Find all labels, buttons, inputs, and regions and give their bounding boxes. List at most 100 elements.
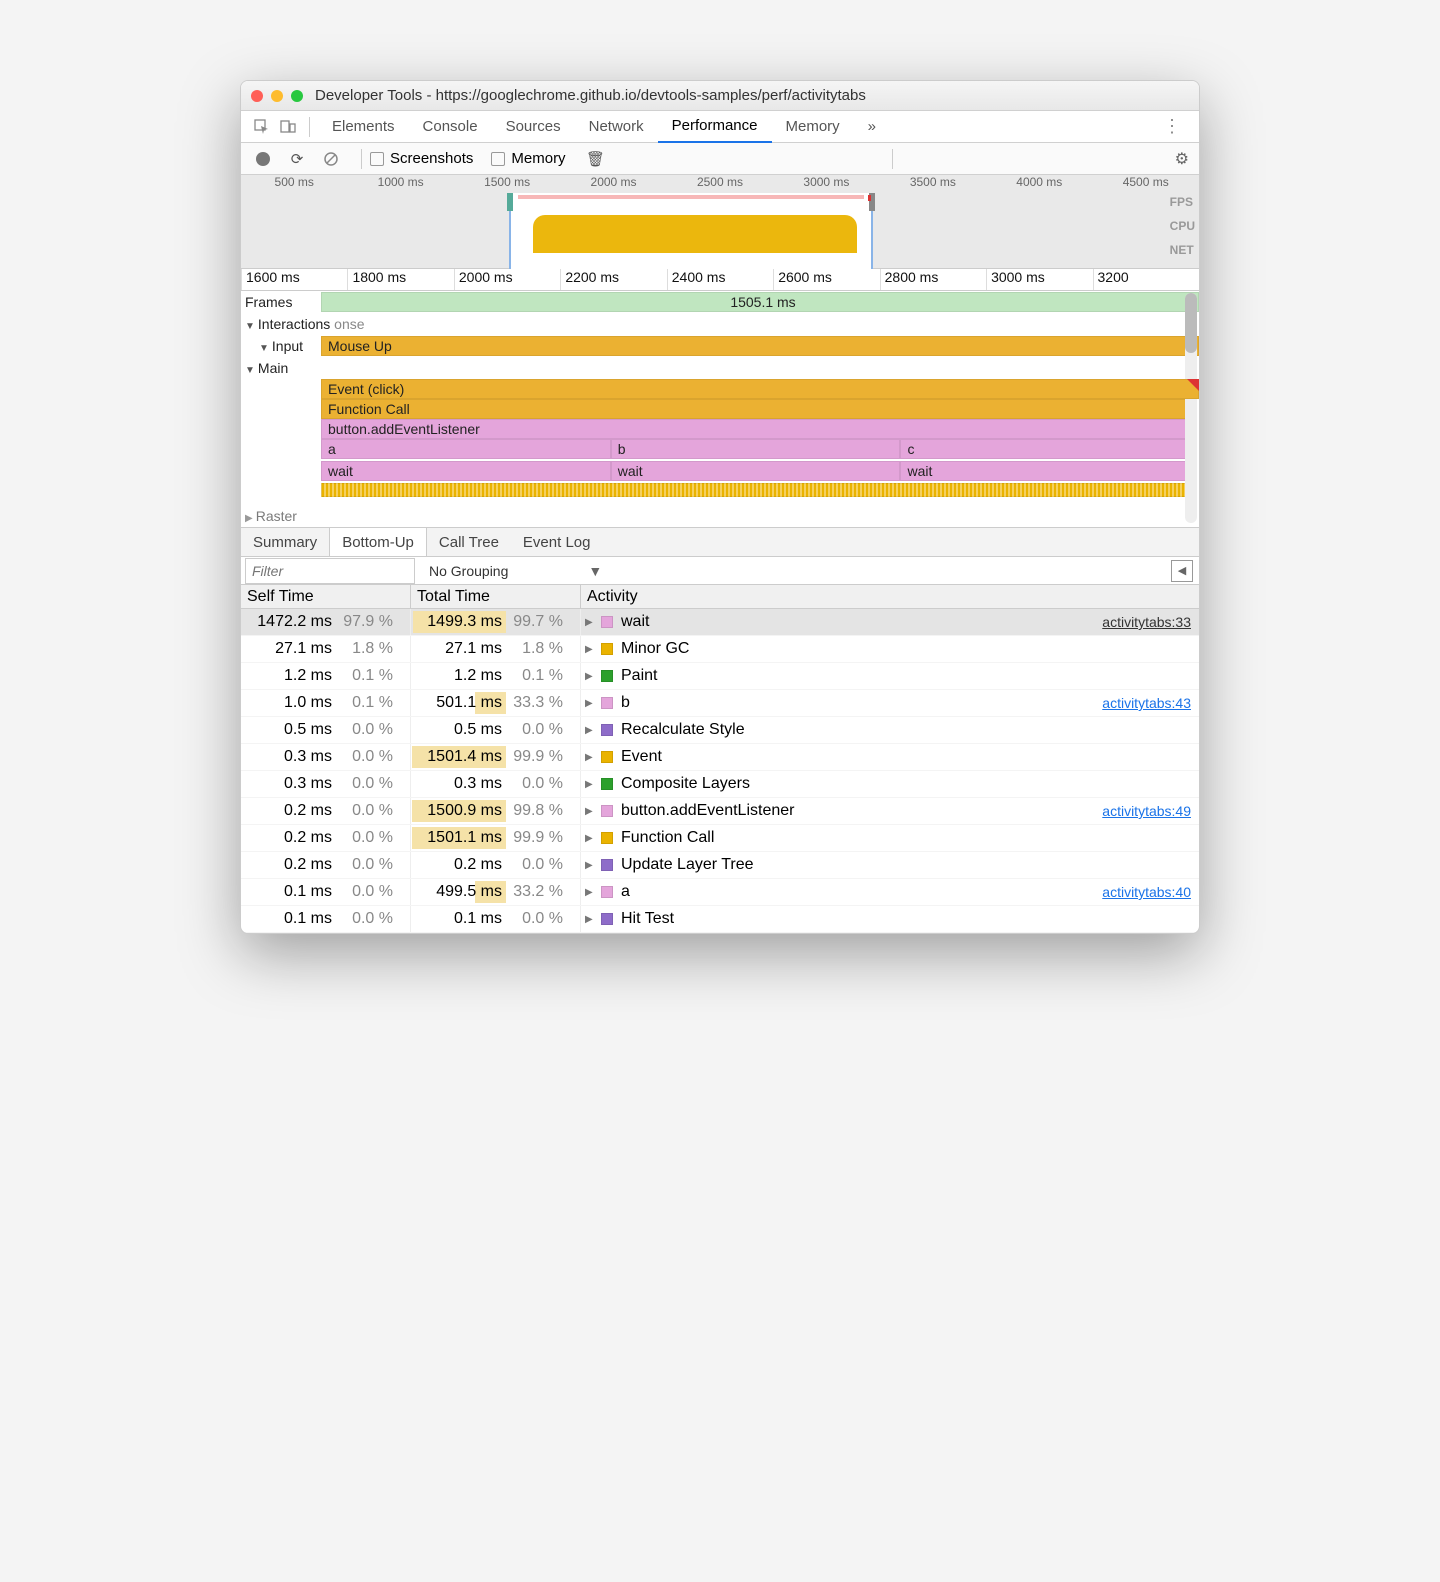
add-listener-bar[interactable]: button.addEventListener	[321, 419, 1190, 439]
grouping-dropdown[interactable]: No Grouping▼	[419, 563, 1171, 579]
input-track-label[interactable]: ▼Input	[241, 338, 321, 354]
frame-bar[interactable]: 1505.1 ms	[321, 292, 1199, 312]
table-row[interactable]: 0.5 ms0.0 %0.5 ms0.0 %▶Recalculate Style	[241, 717, 1199, 744]
details-tab-event-log[interactable]: Event Log	[511, 528, 603, 556]
mouseup-bar[interactable]: Mouse Up	[321, 336, 1199, 356]
gc-button[interactable]: 🗑	[584, 147, 608, 171]
table-row[interactable]: 27.1 ms1.8 %27.1 ms1.8 %▶Minor GC	[241, 636, 1199, 663]
details-tab-bottom-up[interactable]: Bottom-Up	[329, 527, 427, 556]
activity-swatch	[601, 643, 613, 655]
main-track-label[interactable]: ▼Main	[241, 360, 321, 376]
details-tabbar: SummaryBottom-UpCall TreeEvent Log	[241, 527, 1199, 557]
source-link[interactable]: activitytabs:49	[1102, 803, 1191, 819]
expand-icon[interactable]: ▶	[585, 860, 597, 871]
tab-sources[interactable]: Sources	[492, 111, 575, 143]
tab-performance[interactable]: Performance	[658, 111, 772, 143]
details-tab-call-tree[interactable]: Call Tree	[427, 528, 511, 556]
activity-name: Recalculate Style	[621, 721, 745, 739]
overview-ticks: 500 ms1000 ms1500 ms2000 ms2500 ms3000 m…	[241, 175, 1199, 193]
raster-track-label[interactable]: ▶Raster	[241, 508, 321, 524]
memory-checkbox[interactable]: Memory	[491, 150, 565, 167]
overview-timeline[interactable]: 500 ms1000 ms1500 ms2000 ms2500 ms3000 m…	[241, 175, 1199, 269]
fn-c-bar[interactable]: c	[900, 439, 1190, 459]
function-call-bar[interactable]: Function Call	[321, 399, 1190, 419]
record-button[interactable]	[251, 147, 275, 171]
wait-bar-2[interactable]: wait	[611, 461, 901, 481]
devtools-window: Developer Tools - https://googlechrome.g…	[240, 80, 1200, 934]
table-row[interactable]: 1.2 ms0.1 %1.2 ms0.1 %▶Paint	[241, 663, 1199, 690]
wait-bar-1[interactable]: wait	[321, 461, 611, 481]
activity-name: wait	[621, 613, 649, 631]
expand-icon[interactable]: ▶	[585, 617, 597, 628]
expand-icon[interactable]: ▶	[585, 698, 597, 709]
activity-name: Minor GC	[621, 640, 689, 658]
tab-memory[interactable]: Memory	[772, 111, 854, 143]
fn-b-bar[interactable]: b	[611, 439, 901, 459]
activity-name: Function Call	[621, 829, 714, 847]
col-self-time[interactable]: Self Time	[241, 585, 411, 608]
close-icon[interactable]	[251, 90, 263, 102]
filter-input[interactable]	[245, 558, 415, 584]
details-tab-summary[interactable]: Summary	[241, 528, 329, 556]
table-row[interactable]: 0.3 ms0.0 %1501.4 ms99.9 %▶Event	[241, 744, 1199, 771]
col-activity[interactable]: Activity	[581, 585, 1199, 608]
expand-icon[interactable]: ▶	[585, 779, 597, 790]
col-total-time[interactable]: Total Time	[411, 585, 581, 608]
wait-bar-3[interactable]: wait	[900, 461, 1190, 481]
expand-icon[interactable]: ▶	[585, 644, 597, 655]
clear-button[interactable]	[319, 147, 343, 171]
selection-handle-left[interactable]	[507, 193, 513, 211]
flame-chart[interactable]: Frames 1505.1 ms ▼Interactions onse ▼Inp…	[241, 291, 1199, 527]
table-row[interactable]: 0.3 ms0.0 %0.3 ms0.0 %▶Composite Layers	[241, 771, 1199, 798]
zoom-icon[interactable]	[291, 90, 303, 102]
titlebar: Developer Tools - https://googlechrome.g…	[241, 81, 1199, 111]
tab-console[interactable]: Console	[409, 111, 492, 143]
screenshots-checkbox[interactable]: Screenshots	[370, 150, 473, 167]
expand-icon[interactable]: ▶	[585, 914, 597, 925]
overview-row-labels: FPS CPU NET	[1170, 195, 1195, 267]
expand-icon[interactable]: ▶	[585, 725, 597, 736]
table-header[interactable]: Self Time Total Time Activity	[241, 585, 1199, 609]
activity-swatch	[601, 697, 613, 709]
overview-selection[interactable]	[509, 193, 873, 269]
expand-icon[interactable]: ▶	[585, 671, 597, 682]
settings-icon[interactable]: ⚙	[1175, 149, 1189, 169]
activity-swatch	[601, 805, 613, 817]
flame-scrollbar[interactable]	[1185, 293, 1197, 523]
activity-swatch	[601, 886, 613, 898]
activity-swatch	[601, 913, 613, 925]
table-row[interactable]: 0.2 ms0.0 %1501.1 ms99.9 %▶Function Call	[241, 825, 1199, 852]
kebab-menu-icon[interactable]: ⋮	[1153, 116, 1191, 137]
device-mode-icon[interactable]	[275, 114, 301, 140]
tab-elements[interactable]: Elements	[318, 111, 409, 143]
tab-network[interactable]: Network	[575, 111, 658, 143]
interactions-track-label[interactable]: ▼Interactions onse	[241, 316, 371, 332]
expand-icon[interactable]: ▶	[585, 806, 597, 817]
expand-icon[interactable]: ▶	[585, 833, 597, 844]
detail-ruler[interactable]: 1600 ms1800 ms2000 ms2200 ms2400 ms2600 …	[241, 269, 1199, 291]
source-link[interactable]: activitytabs:43	[1102, 695, 1191, 711]
micro-bars[interactable]	[321, 483, 1190, 497]
minimize-icon[interactable]	[271, 90, 283, 102]
more-tabs-button[interactable]: »	[854, 111, 890, 143]
source-link[interactable]: activitytabs:33	[1102, 614, 1191, 630]
filter-row: No Grouping▼ ◀	[241, 557, 1199, 585]
show-sidebar-icon[interactable]: ◀	[1171, 560, 1193, 582]
frames-track-label[interactable]: Frames	[241, 294, 321, 310]
reload-record-button[interactable]: ⟳	[285, 147, 309, 171]
table-row[interactable]: 0.2 ms0.0 %0.2 ms0.0 %▶Update Layer Tree	[241, 852, 1199, 879]
fn-a-bar[interactable]: a	[321, 439, 611, 459]
activity-swatch	[601, 616, 613, 628]
table-row[interactable]: 0.2 ms0.0 %1500.9 ms99.8 %▶button.addEve…	[241, 798, 1199, 825]
table-row[interactable]: 1.0 ms0.1 %501.1 ms33.3 %▶bactivitytabs:…	[241, 690, 1199, 717]
memory-label: Memory	[511, 150, 565, 167]
expand-icon[interactable]: ▶	[585, 887, 597, 898]
table-row[interactable]: 0.1 ms0.0 %0.1 ms0.0 %▶Hit Test	[241, 906, 1199, 933]
activity-swatch	[601, 670, 613, 682]
inspect-icon[interactable]	[249, 114, 275, 140]
table-row[interactable]: 1472.2 ms97.9 %1499.3 ms99.7 %▶waitactiv…	[241, 609, 1199, 636]
table-row[interactable]: 0.1 ms0.0 %499.5 ms33.2 %▶aactivitytabs:…	[241, 879, 1199, 906]
source-link[interactable]: activitytabs:40	[1102, 884, 1191, 900]
expand-icon[interactable]: ▶	[585, 752, 597, 763]
event-click-bar[interactable]: Event (click)	[321, 379, 1199, 399]
